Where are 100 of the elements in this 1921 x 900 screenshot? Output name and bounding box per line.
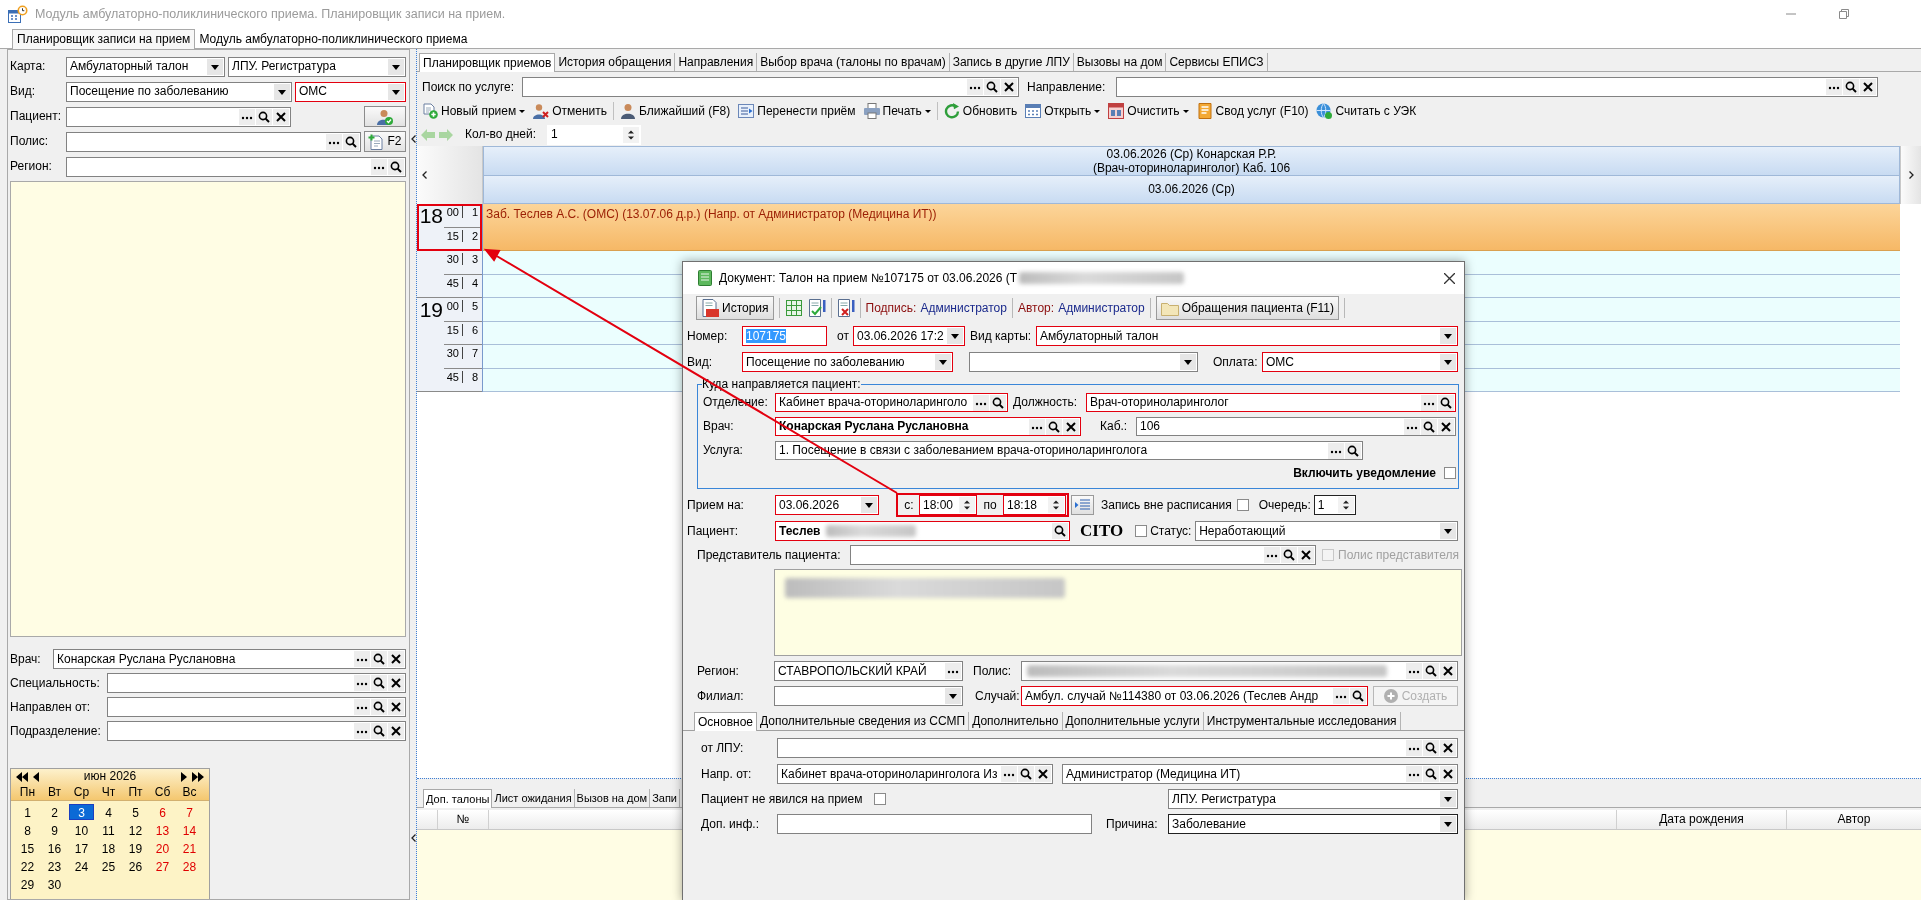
spin-field[interactable]: 18:00 (919, 495, 977, 515)
more-icon[interactable] (1406, 663, 1422, 679)
more-icon[interactable] (1001, 766, 1017, 782)
search-icon[interactable] (371, 675, 387, 691)
calendar-day[interactable]: 14 (177, 822, 202, 838)
document-check-icon[interactable] (807, 299, 826, 317)
toolbar-button[interactable]: Открыть (1021, 100, 1105, 122)
search-icon[interactable] (1438, 394, 1454, 411)
lookup-field[interactable]: СТАВРОПОЛЬСКИЙ КРАЙ (774, 661, 963, 681)
calendar-day[interactable]: 30 (42, 876, 67, 892)
text-field[interactable] (777, 814, 1092, 834)
more-icon[interactable] (1406, 766, 1422, 782)
search-icon[interactable] (990, 394, 1006, 411)
dropdown-field[interactable]: ОМС (295, 81, 406, 102)
tab[interactable]: Лист ожидания (492, 789, 575, 807)
shortcut-button[interactable]: F2 (364, 131, 406, 152)
clear-icon[interactable] (1860, 79, 1876, 95)
search-icon[interactable] (371, 699, 387, 715)
checkbox[interactable] (874, 793, 887, 805)
calendar-day[interactable]: 25 (96, 858, 121, 874)
more-icon[interactable] (239, 108, 255, 125)
lookup-field[interactable] (1116, 77, 1878, 97)
tab[interactable]: Запись в другие ЛПУ (949, 53, 1074, 71)
double-right-arrow-icon[interactable] (192, 771, 204, 782)
clear-icon[interactable] (1298, 547, 1314, 563)
calendar-day[interactable]: 4 (96, 804, 121, 820)
calendar-day[interactable]: 9 (42, 822, 67, 838)
more-icon[interactable] (354, 723, 370, 739)
search-icon[interactable] (1345, 442, 1361, 459)
lookup-field[interactable] (1021, 661, 1458, 681)
tab[interactable]: Инструментальные исследования (1203, 712, 1401, 730)
tab[interactable]: Модуль амбулаторно-поликлинического приема (195, 30, 472, 48)
calendar-day[interactable]: 2 (42, 804, 67, 820)
dropdown-field[interactable]: ЛПУ. Регистратура (228, 56, 406, 77)
more-icon[interactable] (1404, 418, 1420, 435)
dropdown-field[interactable]: ЛПУ. Регистратура (1168, 789, 1458, 809)
checkbox[interactable] (1135, 525, 1148, 537)
dropdown-field[interactable]: Неработающий (1195, 521, 1458, 541)
dropdown-field[interactable]: 03.06.2026 (775, 495, 879, 515)
more-icon[interactable] (354, 675, 370, 691)
calendar-day[interactable]: 26 (123, 858, 148, 874)
search-icon[interactable] (371, 723, 387, 739)
column-header[interactable]: № (438, 810, 489, 829)
dropdown-field[interactable]: ОМС (1262, 352, 1458, 372)
clear-icon[interactable] (1440, 663, 1456, 679)
toolbar-button[interactable]: Ближайший (F8) (616, 100, 735, 122)
search-icon[interactable] (256, 108, 272, 125)
tab[interactable]: Запи (650, 789, 680, 807)
calendar-day[interactable]: 3 (69, 804, 94, 820)
checkbox[interactable] (1444, 467, 1456, 479)
table-icon[interactable] (784, 299, 803, 317)
calendar-day[interactable]: 5 (123, 804, 148, 820)
calendar-day[interactable]: 18 (96, 840, 121, 856)
more-icon[interactable] (354, 651, 370, 667)
calendar-day[interactable]: 28 (177, 858, 202, 874)
toolbar-button[interactable]: Отменить (529, 100, 612, 122)
dropdown-field[interactable]: 03.06.2026 17:2 (853, 326, 965, 346)
toolbar-button[interactable]: Очистить (1104, 100, 1193, 122)
spin-arrows-icon[interactable] (1337, 497, 1354, 513)
lookup-field[interactable]: 106 (1136, 417, 1456, 436)
calendar-day[interactable]: 27 (150, 858, 175, 874)
lookup-field[interactable] (66, 156, 406, 177)
more-icon[interactable] (1333, 688, 1349, 704)
clear-icon[interactable] (1440, 740, 1456, 756)
lookup-field[interactable] (66, 106, 291, 127)
search-icon[interactable] (1423, 740, 1439, 756)
tab[interactable]: Доп. талоны (423, 789, 493, 808)
scroll-right-icon[interactable] (1909, 171, 1914, 179)
spin-field[interactable]: 18:18 (1003, 495, 1066, 515)
calendar-day[interactable]: 16 (42, 840, 67, 856)
double-left-arrow-icon[interactable] (16, 771, 28, 782)
calendar-day[interactable]: 24 (69, 858, 94, 874)
lookup-field[interactable] (107, 721, 406, 741)
spin-arrows-icon[interactable] (623, 126, 639, 143)
calendar-day[interactable]: 13 (150, 822, 175, 838)
calendar-day[interactable]: 15 (15, 840, 40, 856)
lookup-field[interactable] (107, 673, 406, 693)
document-delete-icon[interactable] (836, 299, 855, 317)
search-icon[interactable] (371, 651, 387, 667)
more-icon[interactable] (354, 699, 370, 715)
calendar-day[interactable]: 29 (15, 876, 40, 892)
dropdown-field[interactable]: Посещение по заболеванию (66, 81, 292, 102)
dropdown-field[interactable]: Заболевание (1168, 814, 1458, 834)
more-icon[interactable] (1406, 740, 1422, 756)
right-arrow-icon[interactable] (181, 771, 187, 782)
tab[interactable]: Дополнительно (969, 712, 1063, 730)
clear-icon[interactable] (1001, 79, 1017, 95)
history-button[interactable]: История (696, 296, 774, 320)
clear-icon[interactable] (388, 699, 404, 715)
dropdown-field[interactable]: Посещение по заболеванию (742, 352, 953, 372)
more-icon[interactable] (1826, 79, 1842, 95)
more-icon[interactable] (945, 663, 961, 679)
clear-icon[interactable] (273, 108, 289, 125)
lookup-field[interactable]: Теслев (775, 521, 1070, 541)
lookup-field[interactable] (850, 545, 1316, 565)
more-icon[interactable] (1421, 394, 1437, 411)
lookup-field[interactable]: Врач-оториноларинголог (1086, 393, 1456, 412)
tab[interactable]: Основное (694, 712, 757, 731)
column-header[interactable]: Автор (1787, 810, 1921, 829)
clear-icon[interactable] (388, 723, 404, 739)
